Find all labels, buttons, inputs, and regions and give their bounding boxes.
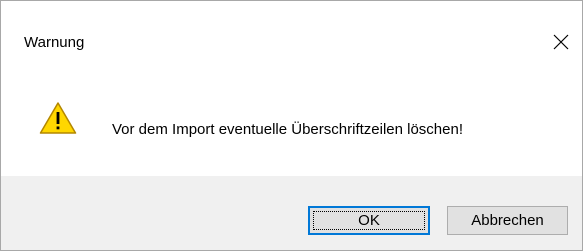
warning-icon xyxy=(39,102,77,134)
button-bar: OK Abbrechen xyxy=(1,176,582,250)
dialog-content: Vor dem Import eventuelle Überschriftzei… xyxy=(1,65,582,175)
warning-message: Vor dem Import eventuelle Überschriftzei… xyxy=(112,121,464,138)
cancel-button-label: Abbrechen xyxy=(471,212,544,229)
ok-button-label: OK xyxy=(358,212,380,229)
ok-button[interactable]: OK xyxy=(308,206,430,235)
close-icon xyxy=(553,34,569,50)
warning-dialog: Warnung Vor dem Import eventuelle Übersc… xyxy=(0,0,583,251)
close-button[interactable] xyxy=(548,29,574,55)
title-bar[interactable]: Warnung xyxy=(1,1,582,65)
cancel-button[interactable]: Abbrechen xyxy=(447,206,568,235)
dialog-title: Warnung xyxy=(24,34,85,51)
